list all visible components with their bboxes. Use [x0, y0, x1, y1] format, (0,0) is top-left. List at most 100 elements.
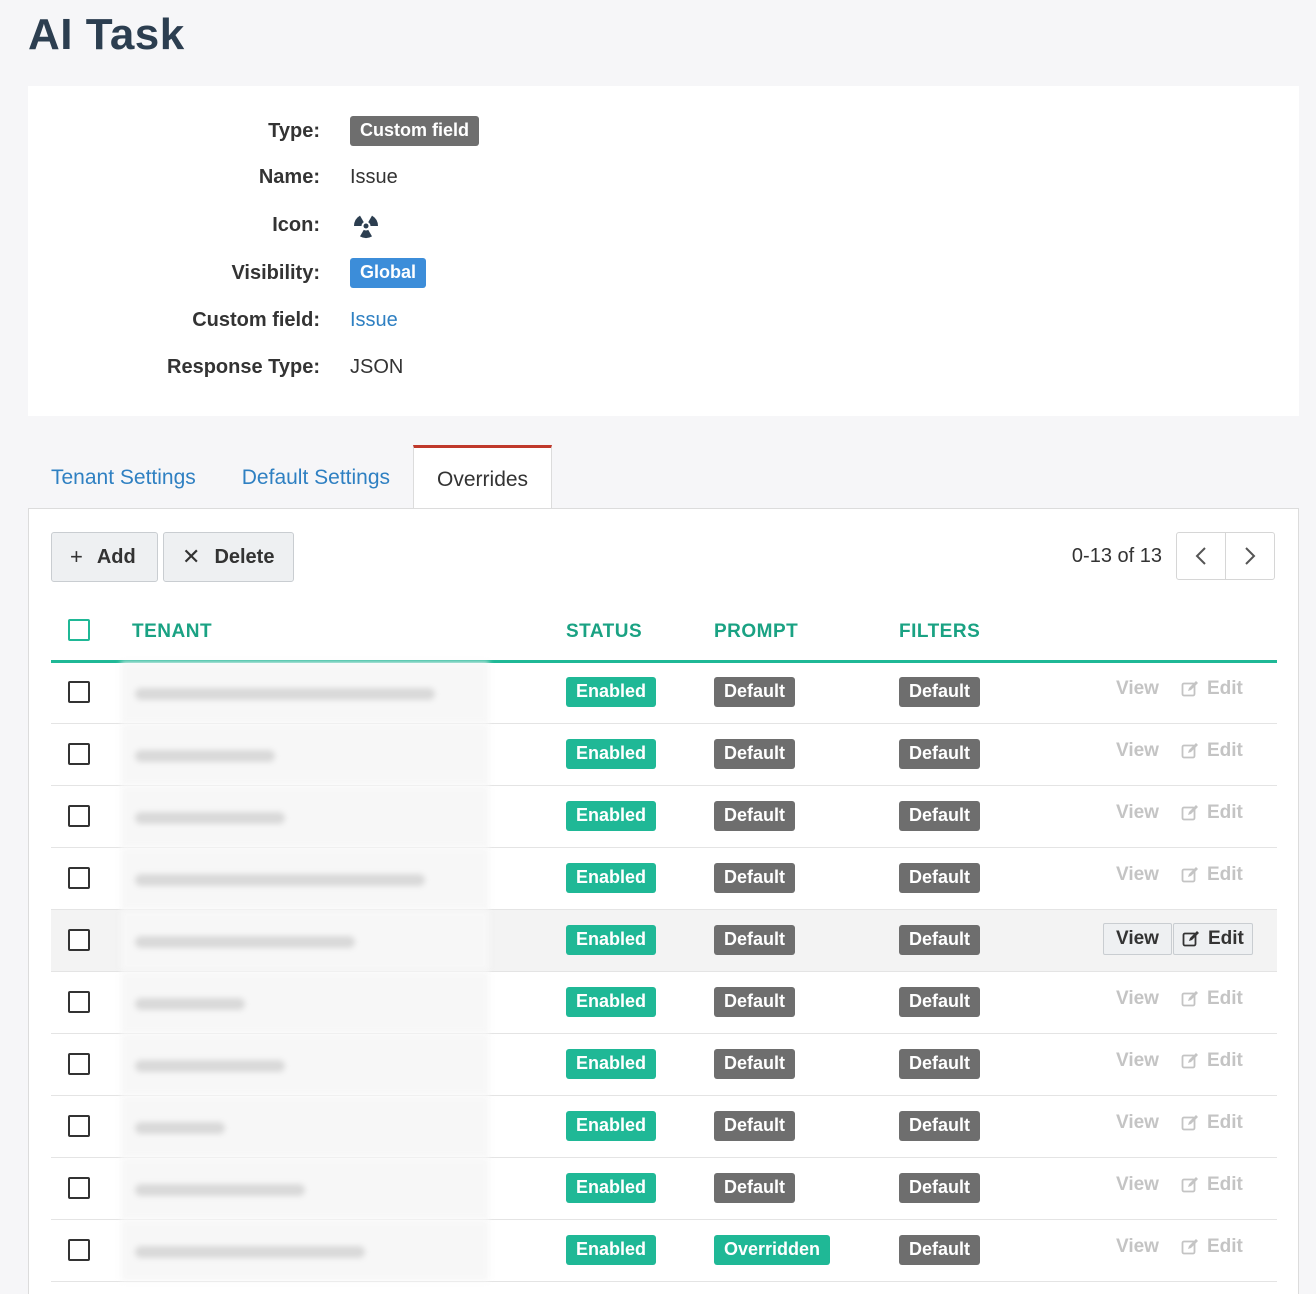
- row-checkbox[interactable]: [68, 1177, 90, 1199]
- edit-button[interactable]: Edit: [1181, 864, 1243, 886]
- view-button[interactable]: View: [1116, 678, 1159, 700]
- row-checkbox[interactable]: [68, 867, 90, 889]
- edit-button[interactable]: Edit: [1181, 1174, 1243, 1196]
- header-status[interactable]: STATUS: [566, 621, 642, 643]
- edit-icon: [1181, 1177, 1198, 1193]
- radiation-icon: [354, 215, 378, 239]
- view-button[interactable]: View: [1116, 802, 1159, 824]
- edit-button[interactable]: Edit: [1181, 1112, 1243, 1134]
- name-value: Issue: [350, 165, 398, 188]
- view-button[interactable]: View: [1116, 864, 1159, 886]
- row-checkbox[interactable]: [68, 929, 90, 951]
- chevron-left-icon: [1195, 547, 1206, 565]
- filters-badge: Default: [899, 1173, 981, 1203]
- view-button[interactable]: View: [1116, 1236, 1159, 1258]
- prompt-badge: Default: [714, 1173, 796, 1203]
- chevron-right-icon: [1245, 547, 1256, 565]
- prev-page-button[interactable]: [1177, 533, 1225, 579]
- filters-badge: Default: [899, 739, 981, 769]
- edit-icon: [1181, 743, 1198, 759]
- row-checkbox[interactable]: [68, 991, 90, 1013]
- edit-label: Edit: [1207, 864, 1243, 885]
- type-label: Type:: [268, 119, 320, 142]
- tab-overrides[interactable]: Overrides: [413, 445, 553, 511]
- header-filters[interactable]: FILTERS: [899, 621, 980, 643]
- header-prompt[interactable]: PROMPT: [714, 621, 798, 643]
- table-row[interactable]: Enabled Default Default View Edit: [51, 848, 1277, 910]
- table-row[interactable]: Enabled Default Default View Edit: [51, 1034, 1277, 1096]
- prompt-badge: Default: [714, 739, 796, 769]
- select-all-checkbox[interactable]: [68, 619, 90, 641]
- status-badge: Enabled: [566, 1049, 657, 1079]
- edit-button[interactable]: Edit: [1181, 1050, 1243, 1072]
- edit-label: Edit: [1207, 1236, 1243, 1257]
- plus-icon: +: [70, 544, 83, 569]
- edit-label: Edit: [1207, 678, 1243, 699]
- filters-badge: Default: [899, 677, 981, 707]
- status-badge: Enabled: [566, 739, 657, 769]
- add-button[interactable]: + Add: [51, 532, 158, 582]
- type-badge: Custom field: [350, 116, 480, 146]
- edit-icon: [1181, 805, 1198, 821]
- prompt-badge: Default: [714, 1049, 796, 1079]
- row-checkbox[interactable]: [68, 805, 90, 827]
- next-page-button[interactable]: [1225, 533, 1274, 579]
- tenant-cell-redacted: [121, 848, 489, 909]
- row-checkbox[interactable]: [68, 681, 90, 703]
- status-badge: Enabled: [566, 1235, 657, 1265]
- view-button[interactable]: View: [1116, 740, 1159, 762]
- pager: [1176, 532, 1275, 580]
- detail-row-name: Name: Issue: [28, 160, 398, 194]
- row-checkbox[interactable]: [68, 1239, 90, 1261]
- detail-row-custom-field: Custom field: Issue: [28, 303, 398, 337]
- status-badge: Enabled: [566, 925, 657, 955]
- tenant-cell-redacted: [121, 1096, 489, 1157]
- table-row[interactable]: Enabled Default Default View Edit: [51, 724, 1277, 786]
- table-row[interactable]: Enabled Default Default View Edit: [51, 972, 1277, 1034]
- view-button[interactable]: View: [1116, 988, 1159, 1010]
- table-row[interactable]: Enabled Default Default View Edit: [51, 910, 1277, 972]
- view-button[interactable]: View: [1116, 1174, 1159, 1196]
- edit-label: Edit: [1207, 1174, 1243, 1195]
- edit-button[interactable]: Edit: [1181, 678, 1243, 700]
- row-checkbox[interactable]: [68, 743, 90, 765]
- tab-default-settings[interactable]: Default Settings: [219, 446, 413, 510]
- edit-button[interactable]: Edit: [1181, 802, 1243, 824]
- delete-button[interactable]: ✕ Delete: [163, 532, 294, 582]
- table-row[interactable]: Enabled Default Default View Edit: [51, 662, 1277, 724]
- table-row[interactable]: Enabled Overridden Default View Edit: [51, 1220, 1277, 1282]
- edit-button[interactable]: Edit: [1173, 923, 1253, 955]
- edit-icon: [1182, 931, 1199, 947]
- view-button[interactable]: View: [1103, 923, 1172, 955]
- icon-label: Icon:: [272, 213, 320, 236]
- edit-button[interactable]: Edit: [1181, 740, 1243, 762]
- detail-row-visibility: Visibility: Global: [28, 256, 427, 290]
- view-button[interactable]: View: [1116, 1112, 1159, 1134]
- status-badge: Enabled: [566, 1173, 657, 1203]
- row-checkbox[interactable]: [68, 1053, 90, 1075]
- pagination-summary: 0-13 of 13: [1071, 545, 1162, 567]
- edit-button[interactable]: Edit: [1181, 988, 1243, 1010]
- tenant-cell-redacted: [121, 972, 489, 1033]
- add-button-label: Add: [96, 545, 136, 568]
- status-badge: Enabled: [566, 987, 657, 1017]
- prompt-badge: Default: [714, 863, 796, 893]
- row-checkbox[interactable]: [68, 1115, 90, 1137]
- table-row[interactable]: Enabled Default Default View Edit: [51, 1158, 1277, 1220]
- edit-label: Edit: [1208, 928, 1244, 949]
- edit-label: Edit: [1207, 1112, 1243, 1133]
- status-badge: Enabled: [566, 801, 657, 831]
- custom-field-link[interactable]: Issue: [350, 309, 398, 332]
- response-type-value: JSON: [350, 355, 404, 378]
- prompt-badge: Default: [714, 677, 796, 707]
- table-row[interactable]: Enabled Default Default View Edit: [51, 1096, 1277, 1158]
- edit-button[interactable]: Edit: [1181, 1236, 1243, 1258]
- filters-badge: Default: [899, 987, 981, 1017]
- tab-tenant-settings[interactable]: Tenant Settings: [28, 446, 219, 510]
- table-row[interactable]: Enabled Default Default View Edit: [51, 786, 1277, 848]
- tenant-cell-redacted: [121, 1034, 489, 1095]
- filters-badge: Default: [899, 1111, 981, 1141]
- view-button[interactable]: View: [1116, 1050, 1159, 1072]
- detail-row-icon: Icon:: [28, 208, 382, 242]
- header-tenant[interactable]: TENANT: [132, 621, 212, 643]
